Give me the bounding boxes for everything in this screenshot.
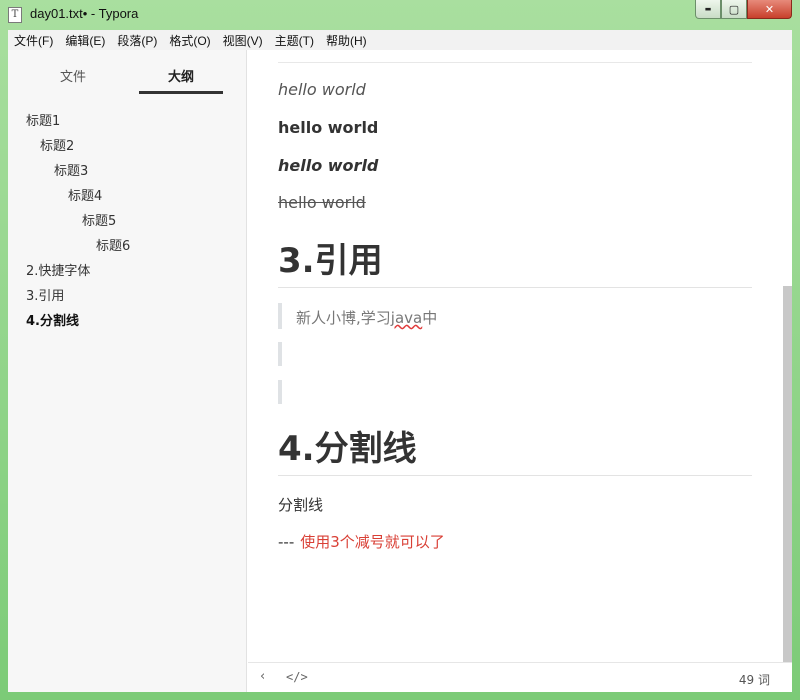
word-count[interactable]: 49 词	[739, 671, 770, 688]
outline-item[interactable]: 标题1	[26, 110, 60, 129]
misspelled-word[interactable]: java	[391, 309, 422, 327]
section-divider	[278, 62, 752, 63]
title-bar[interactable]: T day01.txt• - Typora ▬ ▢ ✕	[0, 0, 800, 30]
heading-quote[interactable]: 3.引用	[278, 233, 383, 282]
outline-item[interactable]: 2.快捷字体	[26, 260, 90, 279]
divider-label[interactable]: 分割线	[278, 494, 323, 515]
outline-item[interactable]: 3.引用	[26, 285, 64, 304]
outline-item[interactable]: 标题4	[68, 185, 102, 204]
outline-item[interactable]: 标题3	[54, 160, 88, 179]
blockquote-bar	[278, 303, 282, 329]
close-icon: ✕	[764, 2, 775, 16]
dashes-note: 使用3个减号就可以了	[300, 533, 445, 551]
active-tab-indicator	[139, 91, 223, 94]
editor-pane[interactable]: hello world hello world hello world hell…	[248, 50, 792, 662]
menu-theme[interactable]: 主题(T)	[269, 32, 320, 49]
heading-underline	[278, 287, 752, 288]
blockquote-bar-empty	[278, 380, 282, 404]
status-footer: ‹ </> 49 词	[248, 662, 792, 692]
menu-format[interactable]: 格式(O)	[163, 32, 216, 49]
heading-divider[interactable]: 4.分割线	[278, 421, 417, 470]
toggle-sidebar-icon[interactable]: ‹	[260, 669, 265, 684]
bold-italic-text[interactable]: hello world	[278, 156, 378, 175]
dashes-line[interactable]: --- 使用3个减号就可以了	[278, 531, 445, 552]
minimize-button[interactable]: ▬	[695, 0, 721, 19]
bold-text[interactable]: hello world	[278, 118, 378, 137]
tab-files[interactable]: 文件	[60, 66, 86, 85]
editor-scrollbar[interactable]	[783, 286, 792, 662]
outline-item[interactable]: 标题5	[82, 210, 116, 229]
menu-help[interactable]: 帮助(H)	[320, 32, 373, 49]
client-area: 文件 大纲 标题1 标题2 标题3 标题4 标题5 标题6 2.快捷字体 3.引…	[8, 50, 792, 692]
maximize-button[interactable]: ▢	[721, 0, 747, 19]
italic-text[interactable]: hello world	[278, 80, 366, 99]
outline-item[interactable]: 标题6	[96, 235, 130, 254]
menu-edit[interactable]: 编辑(E)	[59, 32, 111, 49]
maximize-icon: ▢	[728, 2, 740, 16]
tab-outline[interactable]: 大纲	[168, 66, 194, 85]
window-controls: ▬ ▢ ✕	[695, 0, 792, 19]
sidebar-tabs: 文件 大纲	[8, 50, 247, 96]
minimize-icon: ▬	[704, 5, 712, 13]
outline-item-active[interactable]: 4.分割线	[26, 310, 79, 329]
dashes-text: ---	[278, 533, 295, 551]
heading-underline	[278, 475, 752, 476]
menu-file[interactable]: 文件(F)	[8, 32, 59, 49]
menu-paragraph[interactable]: 段落(P)	[111, 32, 163, 49]
blockquote-bar-empty	[278, 342, 282, 366]
app-window: T day01.txt• - Typora ▬ ▢ ✕ 文件(F) 编辑(E) …	[0, 0, 800, 700]
close-button[interactable]: ✕	[747, 0, 792, 19]
source-mode-icon[interactable]: </>	[286, 670, 308, 684]
menu-view[interactable]: 视图(V)	[217, 32, 269, 49]
strikethrough-text[interactable]: hello world	[278, 193, 366, 212]
quote-text-end: 中	[422, 309, 438, 327]
menu-bar: 文件(F) 编辑(E) 段落(P) 格式(O) 视图(V) 主题(T) 帮助(H…	[8, 30, 792, 50]
blockquote-text[interactable]: 新人小博,学习java中	[296, 307, 437, 328]
outline-item[interactable]: 标题2	[40, 135, 74, 154]
window-title: day01.txt• - Typora	[30, 6, 139, 21]
typora-app-icon: T	[8, 7, 22, 23]
quote-text-start: 新人小博,学习	[296, 309, 391, 327]
sidebar: 文件 大纲 标题1 标题2 标题3 标题4 标题5 标题6 2.快捷字体 3.引…	[8, 50, 247, 692]
